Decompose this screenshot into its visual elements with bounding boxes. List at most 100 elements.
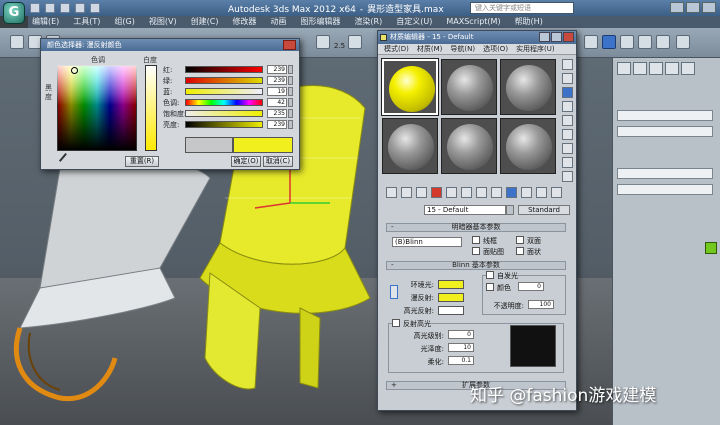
menu-item[interactable]: 工具(T) — [73, 16, 100, 28]
color-slider-track[interactable] — [185, 121, 263, 128]
menu-item[interactable]: 组(G) — [114, 16, 134, 28]
render-production-icon[interactable] — [638, 35, 652, 49]
eyedropper-icon[interactable] — [58, 152, 74, 168]
two-sided-checkbox[interactable]: 双面 — [516, 236, 541, 246]
show-end-result-icon[interactable] — [521, 187, 532, 198]
make-preview-icon[interactable] — [562, 129, 573, 140]
material-sample-slot[interactable] — [381, 58, 439, 116]
spinner-arrows-icon[interactable] — [288, 76, 293, 85]
shader-type-select[interactable]: (B)Blinn — [392, 237, 462, 247]
render-iterative-icon[interactable] — [656, 35, 670, 49]
reset-map-icon[interactable] — [431, 187, 442, 198]
faceted-checkbox[interactable]: 面状 — [516, 247, 541, 257]
spinner-arrows-icon[interactable] — [288, 120, 293, 129]
color-value-input[interactable]: 239 — [267, 65, 287, 74]
material-editor-menu-item[interactable]: 导航(N) — [450, 44, 475, 54]
color-value-input[interactable]: 239 — [267, 76, 287, 85]
color-slider-track[interactable] — [185, 88, 263, 95]
material-editor-menu-item[interactable]: 模式(D) — [384, 44, 409, 54]
command-field[interactable] — [617, 110, 713, 121]
search-input[interactable]: 键入关键字或短语 — [470, 2, 574, 14]
show-shaded-icon[interactable] — [506, 187, 517, 198]
get-material-icon[interactable] — [386, 187, 397, 198]
minimize-button[interactable] — [670, 2, 684, 13]
open-file-icon[interactable] — [45, 3, 55, 13]
menu-item[interactable]: 动画 — [270, 16, 286, 28]
menu-item[interactable]: 渲染(R) — [354, 16, 382, 28]
maximize-button[interactable] — [686, 2, 700, 13]
material-id-icon[interactable] — [491, 187, 502, 198]
chevron-down-icon[interactable] — [506, 205, 514, 215]
close-icon[interactable] — [283, 40, 296, 50]
spinner-arrows-icon[interactable] — [288, 98, 293, 107]
color-value-input[interactable]: 42 — [267, 98, 287, 107]
ok-button[interactable]: 确定(O) — [231, 156, 261, 167]
backlight-icon[interactable] — [562, 73, 573, 84]
display-tab-icon[interactable] — [681, 62, 695, 75]
options-icon[interactable] — [562, 143, 573, 154]
spinner-arrows-icon[interactable] — [288, 65, 293, 74]
whiteness-strip[interactable] — [145, 65, 157, 151]
save-file-icon[interactable] — [60, 3, 70, 13]
redo-icon[interactable] — [90, 3, 100, 13]
reset-button[interactable]: 重置(R) — [125, 156, 159, 167]
go-to-parent-icon[interactable] — [536, 187, 547, 198]
color-value-input[interactable]: 239 — [267, 120, 287, 129]
spinner-arrows-icon[interactable] — [288, 109, 293, 118]
material-type-button[interactable]: Standard — [518, 205, 570, 215]
command-field[interactable] — [617, 168, 713, 179]
material-editor-menu-item[interactable]: 实用程序(U) — [516, 44, 555, 54]
sample-type-icon[interactable] — [562, 59, 573, 70]
app-logo-icon[interactable]: G — [3, 2, 25, 24]
color-slider-track[interactable] — [185, 99, 263, 106]
close-button[interactable] — [563, 32, 574, 42]
menu-item[interactable]: 视图(V) — [149, 16, 177, 28]
menu-item[interactable]: 自定义(U) — [396, 16, 432, 28]
material-editor-icon[interactable] — [602, 35, 616, 49]
angle-snap-icon[interactable] — [348, 35, 362, 49]
command-field[interactable] — [617, 126, 713, 137]
render-frame-icon[interactable] — [620, 35, 634, 49]
ambient-color-swatch[interactable] — [438, 280, 464, 289]
color-slider-track[interactable] — [185, 66, 263, 73]
specular-color-swatch[interactable] — [438, 306, 464, 315]
select-link-icon[interactable] — [10, 35, 24, 49]
menu-item[interactable]: 帮助(H) — [515, 16, 543, 28]
cancel-button[interactable]: 取消(C) — [263, 156, 293, 167]
color-slider-track[interactable] — [185, 110, 263, 117]
video-check-icon[interactable] — [562, 115, 573, 126]
hierarchy-tab-icon[interactable] — [649, 62, 663, 75]
maximize-button[interactable] — [551, 32, 562, 42]
material-sample-slot[interactable] — [441, 118, 497, 174]
face-map-checkbox[interactable]: 面贴图 — [472, 247, 504, 257]
menu-item[interactable]: 修改器 — [232, 16, 256, 28]
assign-to-selection-icon[interactable] — [416, 187, 427, 198]
material-sample-slot[interactable] — [441, 59, 497, 115]
teapot-icon[interactable] — [676, 35, 690, 49]
menu-item[interactable]: 创建(C) — [191, 16, 219, 28]
close-button[interactable] — [702, 2, 716, 13]
diffuse-color-swatch[interactable] — [438, 293, 464, 302]
minimize-button[interactable] — [539, 32, 550, 42]
put-to-library-icon[interactable] — [476, 187, 487, 198]
go-forward-icon[interactable] — [551, 187, 562, 198]
material-editor-menu-item[interactable]: 选项(O) — [483, 44, 508, 54]
wire-checkbox[interactable]: 线框 — [472, 236, 497, 246]
specular-level-spinner[interactable]: 0 — [448, 330, 474, 339]
unique-icon[interactable] — [461, 187, 472, 198]
soften-spinner[interactable]: 0.1 — [448, 356, 474, 365]
shader-basic-rollout[interactable]: 明暗器基本参数 — [386, 223, 566, 232]
put-to-scene-icon[interactable] — [401, 187, 412, 198]
menu-item[interactable]: 图形编辑器 — [300, 16, 340, 28]
undo-icon[interactable] — [75, 3, 85, 13]
self-illum-spinner[interactable]: 0 — [518, 282, 544, 291]
material-navigator-icon[interactable] — [562, 171, 573, 182]
blinn-basic-rollout[interactable]: Blinn 基本参数 — [386, 261, 566, 270]
spinner-arrows-icon[interactable] — [288, 87, 293, 96]
motion-tab-icon[interactable] — [665, 62, 679, 75]
material-sample-slot[interactable] — [500, 118, 556, 174]
menu-item[interactable]: 编辑(E) — [32, 16, 59, 28]
color-slider-track[interactable] — [185, 77, 263, 84]
background-icon[interactable] — [562, 87, 573, 98]
color-value-input[interactable]: 19 — [267, 87, 287, 96]
